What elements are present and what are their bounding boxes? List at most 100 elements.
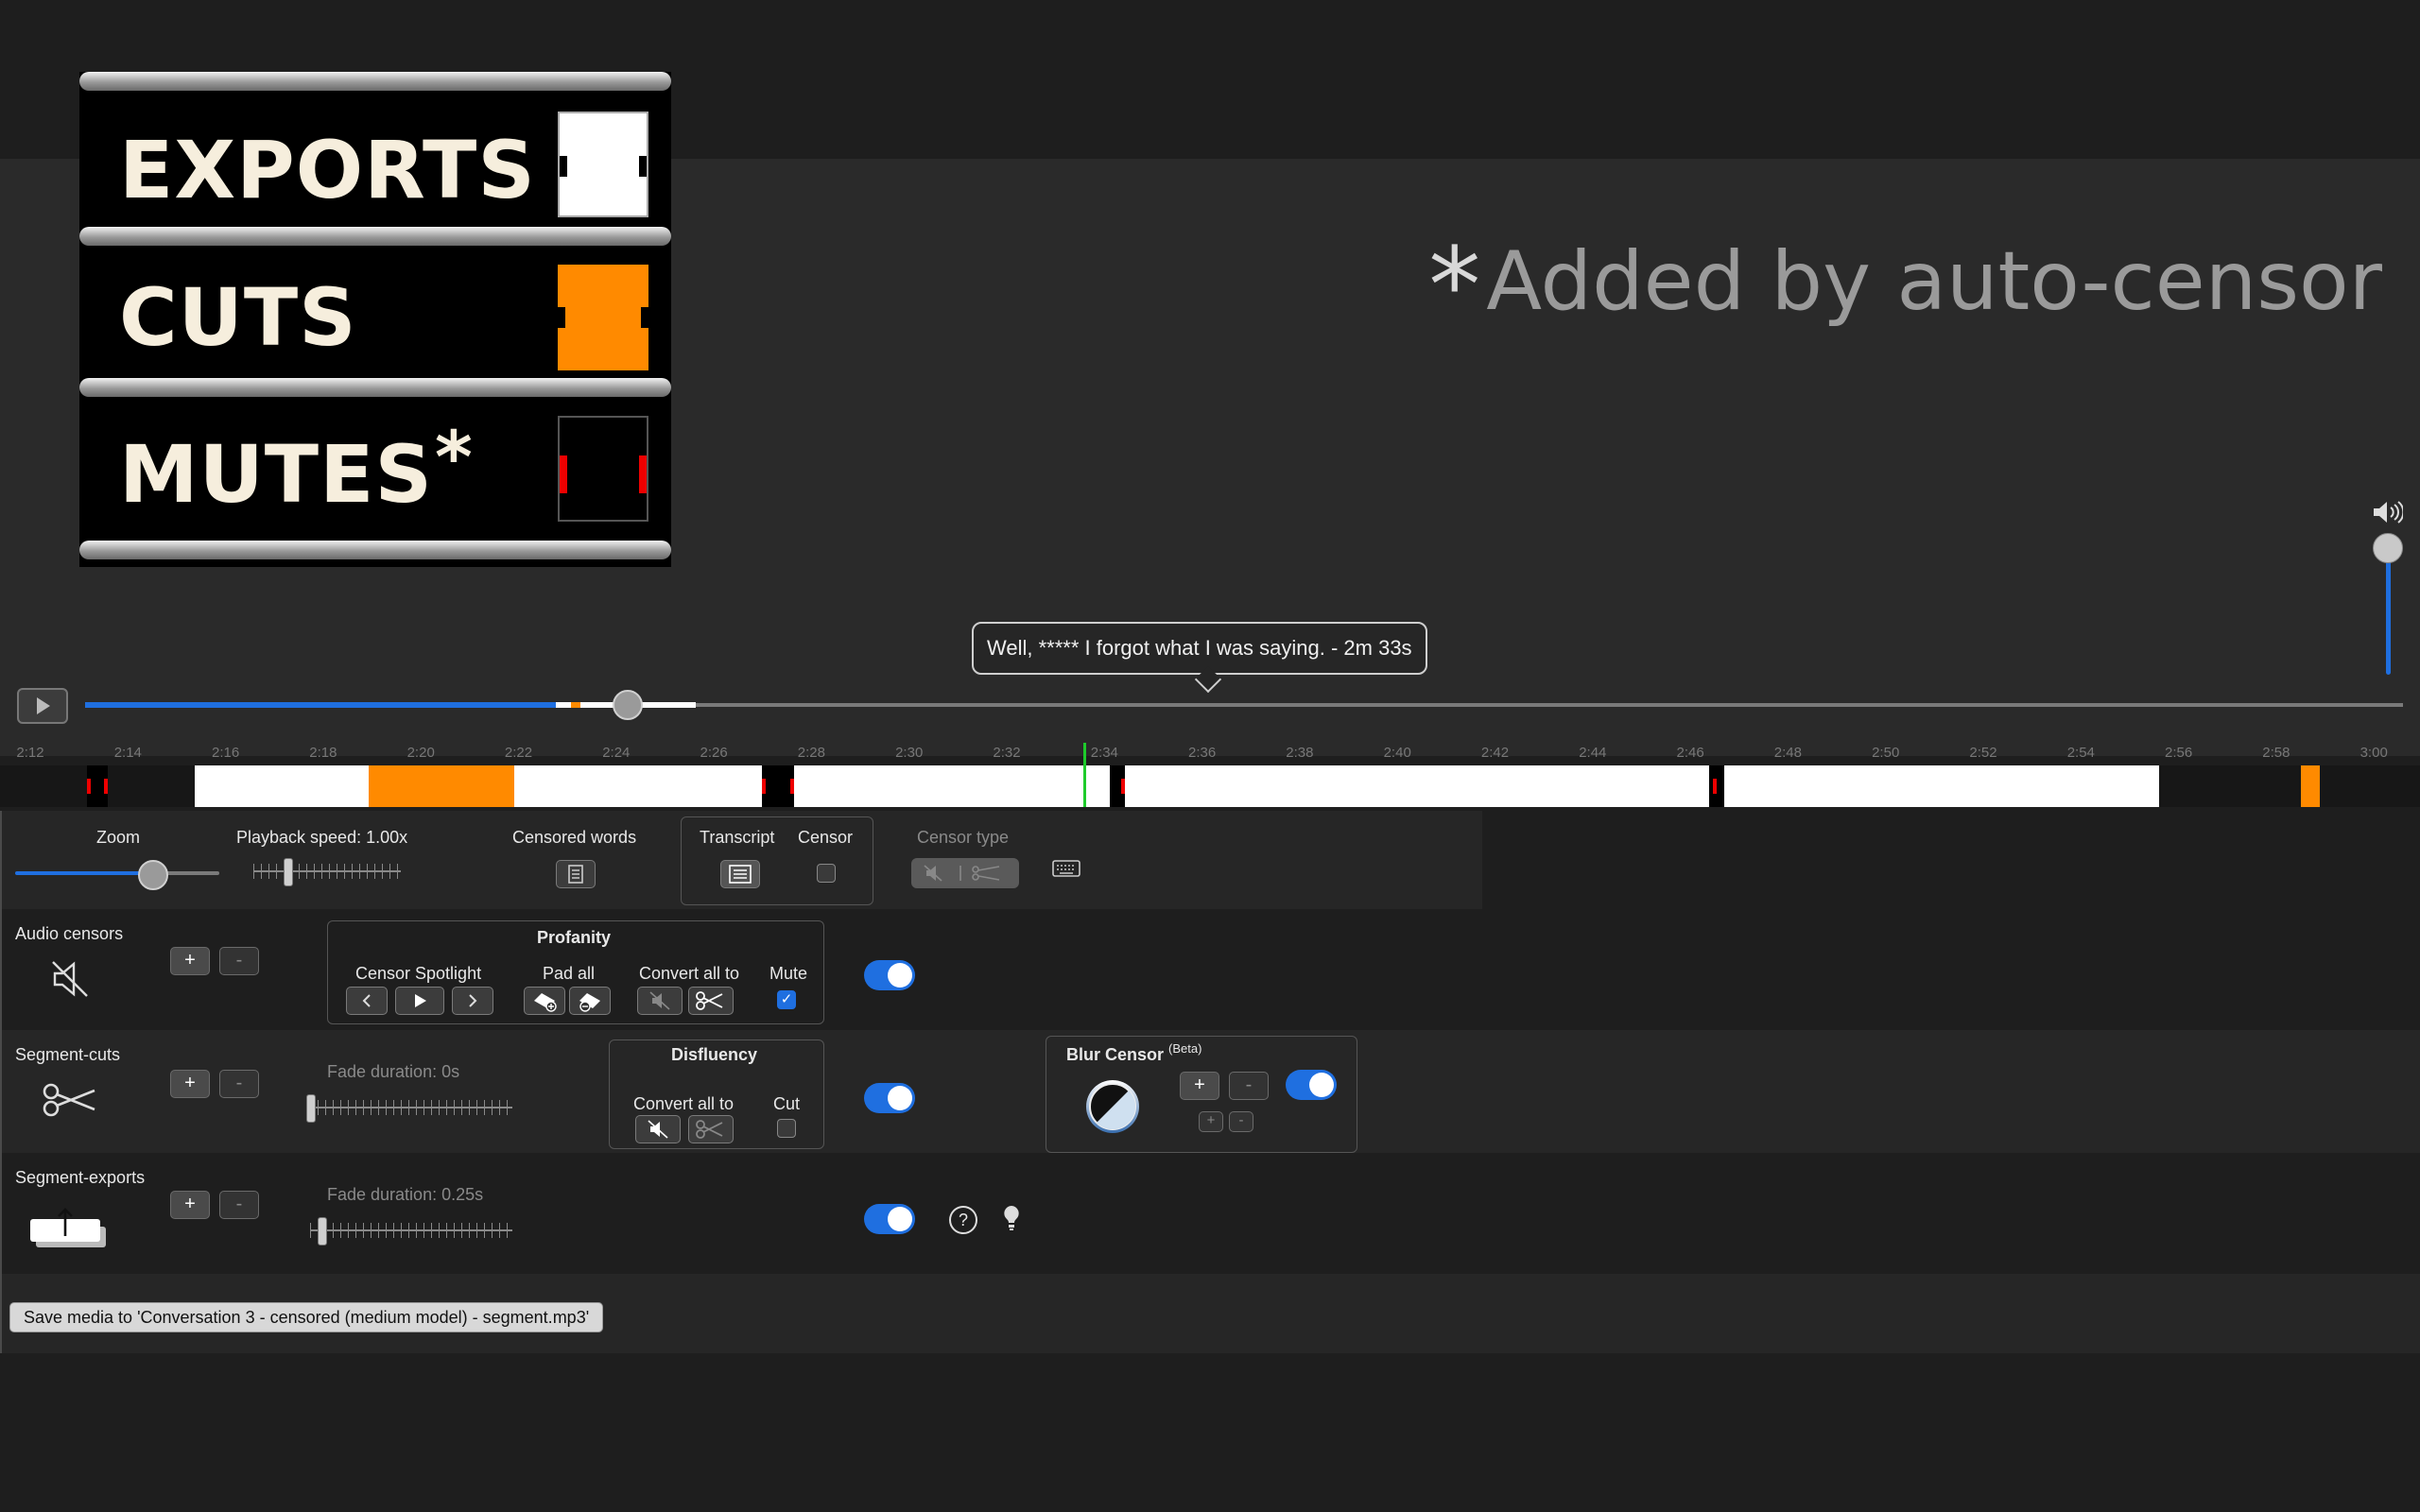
censor-label: Censor xyxy=(798,828,854,847)
legend-mutes-label: MUTES* xyxy=(119,415,474,521)
control-panel: Zoom Playback speed: 1.00x Censored word… xyxy=(0,811,2420,1353)
segment-cuts-row: Segment-cuts + - Fade duration: 0s Disfl… xyxy=(2,1030,2420,1153)
cuts-add-button[interactable]: + xyxy=(170,1070,210,1098)
help-button[interactable]: ? xyxy=(949,1206,977,1234)
blur-small-remove-button[interactable]: - xyxy=(1229,1111,1253,1132)
playback-speed-slider[interactable] xyxy=(253,864,401,879)
timeline-tick-label: 2:48 xyxy=(1773,745,1802,761)
muted-speaker-icon xyxy=(649,991,670,1010)
pad-all-remove-button[interactable] xyxy=(569,987,611,1015)
save-media-button[interactable]: Save media to 'Conversation 3 - censored… xyxy=(9,1302,604,1332)
document-icon xyxy=(568,865,583,884)
exports-fade-knob[interactable] xyxy=(318,1217,327,1246)
censored-words-label: Censored words xyxy=(512,828,637,847)
export-segment[interactable] xyxy=(1724,765,2159,807)
zoom-slider-knob[interactable] xyxy=(138,860,168,890)
profanity-title: Profanity xyxy=(537,928,612,947)
blur-remove-button[interactable]: - xyxy=(1229,1072,1269,1100)
cuts-fade-knob[interactable] xyxy=(306,1094,316,1123)
legend-mutes-swatch xyxy=(558,416,648,522)
audio-remove-button[interactable]: - xyxy=(219,947,259,975)
progress-cut-marker xyxy=(571,702,580,708)
spotlight-next-button[interactable] xyxy=(452,987,493,1015)
cut-checkbox[interactable] xyxy=(777,1119,796,1138)
auto-censor-note: *Added by auto-censor xyxy=(1428,225,2382,346)
disfluency-convert-cut-button[interactable] xyxy=(688,1115,734,1143)
export-segment[interactable] xyxy=(195,765,369,807)
scissors-icon xyxy=(696,1120,723,1139)
timeline-tick-label: 2:38 xyxy=(1286,745,1314,761)
export-segment[interactable] xyxy=(514,765,762,807)
segment-exports-title: Segment-exports xyxy=(15,1168,146,1187)
exports-fade-slider[interactable] xyxy=(310,1223,512,1238)
timeline-tick-label: 2:14 xyxy=(113,745,142,761)
cut-segment[interactable] xyxy=(2301,765,2320,807)
cuts-fade-slider[interactable] xyxy=(310,1100,512,1115)
timeline-tick-label: 2:54 xyxy=(2066,745,2095,761)
playback-speed-knob[interactable] xyxy=(284,858,293,886)
play-icon xyxy=(37,697,50,714)
cuts-remove-button[interactable]: - xyxy=(219,1070,259,1098)
progress-knob[interactable] xyxy=(613,690,643,720)
keyboard-icon[interactable] xyxy=(1051,858,1081,879)
blur-censor-toggle[interactable] xyxy=(1286,1070,1337,1100)
mute-segment[interactable] xyxy=(762,765,794,807)
timeline-tick-label: 2:12 xyxy=(16,745,44,761)
transcript-icon xyxy=(729,865,752,884)
volume-slider-track[interactable] xyxy=(2386,548,2391,675)
convert-to-mute-button[interactable] xyxy=(637,987,683,1015)
blur-censor-title: Blur Censor xyxy=(1066,1045,1165,1064)
timeline-tick-label: 2:50 xyxy=(1872,745,1900,761)
mute-cut-icon xyxy=(924,865,1000,882)
censor-checkbox[interactable] xyxy=(817,864,836,883)
legend-cuts-swatch xyxy=(558,265,648,370)
export-segment[interactable] xyxy=(794,765,1110,807)
timeline-tick-label: 2:36 xyxy=(1187,745,1217,761)
disfluency-convert-all-label: Convert all to xyxy=(633,1094,735,1113)
timeline-tick-label: 2:26 xyxy=(700,745,728,761)
lightbulb-icon[interactable] xyxy=(1002,1204,1021,1232)
blur-add-button[interactable]: + xyxy=(1180,1072,1219,1100)
mute-checkbox[interactable]: ✓ xyxy=(777,990,796,1009)
muted-speaker-icon xyxy=(52,961,88,997)
pad-all-add-button[interactable] xyxy=(524,987,565,1015)
zoom-label: Zoom xyxy=(96,828,141,847)
scissors-icon xyxy=(43,1083,95,1117)
convert-to-cut-button[interactable] xyxy=(688,987,734,1015)
play-button[interactable] xyxy=(17,688,68,724)
transcript-label: Transcript xyxy=(700,828,775,847)
disfluency-convert-mute-button[interactable] xyxy=(635,1115,681,1143)
exports-fade-duration-label: Fade duration: 0.25s xyxy=(327,1185,484,1204)
audio-censors-toggle[interactable] xyxy=(864,960,915,990)
timeline-tick-label: 2:28 xyxy=(797,745,825,761)
timeline-tick-label: 2:42 xyxy=(1480,745,1510,761)
censored-words-button[interactable] xyxy=(556,860,596,888)
exports-add-button[interactable]: + xyxy=(170,1191,210,1219)
audio-censors-title: Audio censors xyxy=(15,924,124,943)
blur-small-add-button[interactable]: + xyxy=(1199,1111,1223,1132)
transcript-button[interactable] xyxy=(720,860,760,888)
timeline-tick-label: 2:44 xyxy=(1579,745,1607,761)
spotlight-play-button[interactable] xyxy=(395,987,444,1015)
zoom-slider-fill xyxy=(15,871,153,875)
censor-type-selector[interactable] xyxy=(911,858,1019,888)
legend-rail xyxy=(79,72,671,91)
mute-label: Mute xyxy=(769,964,808,983)
cut-segment[interactable] xyxy=(369,765,514,807)
timeline[interactable] xyxy=(0,765,2420,807)
playhead[interactable] xyxy=(1083,743,1086,807)
export-icon xyxy=(30,1208,106,1247)
progress-fill xyxy=(85,702,556,708)
export-segment[interactable] xyxy=(1125,765,1709,807)
mute-segment[interactable] xyxy=(1709,765,1724,807)
spotlight-prev-button[interactable] xyxy=(346,987,388,1015)
audio-add-button[interactable]: + xyxy=(170,947,210,975)
exports-remove-button[interactable]: - xyxy=(219,1191,259,1219)
timeline-tick-label: 2:16 xyxy=(211,745,240,761)
legend-rail xyxy=(79,541,671,559)
segment-cuts-toggle[interactable] xyxy=(864,1083,915,1113)
disfluency-title: Disfluency xyxy=(671,1045,758,1064)
volume-slider-knob[interactable] xyxy=(2373,533,2403,563)
chevron-left-icon xyxy=(362,994,371,1007)
segment-exports-toggle[interactable] xyxy=(864,1204,915,1234)
